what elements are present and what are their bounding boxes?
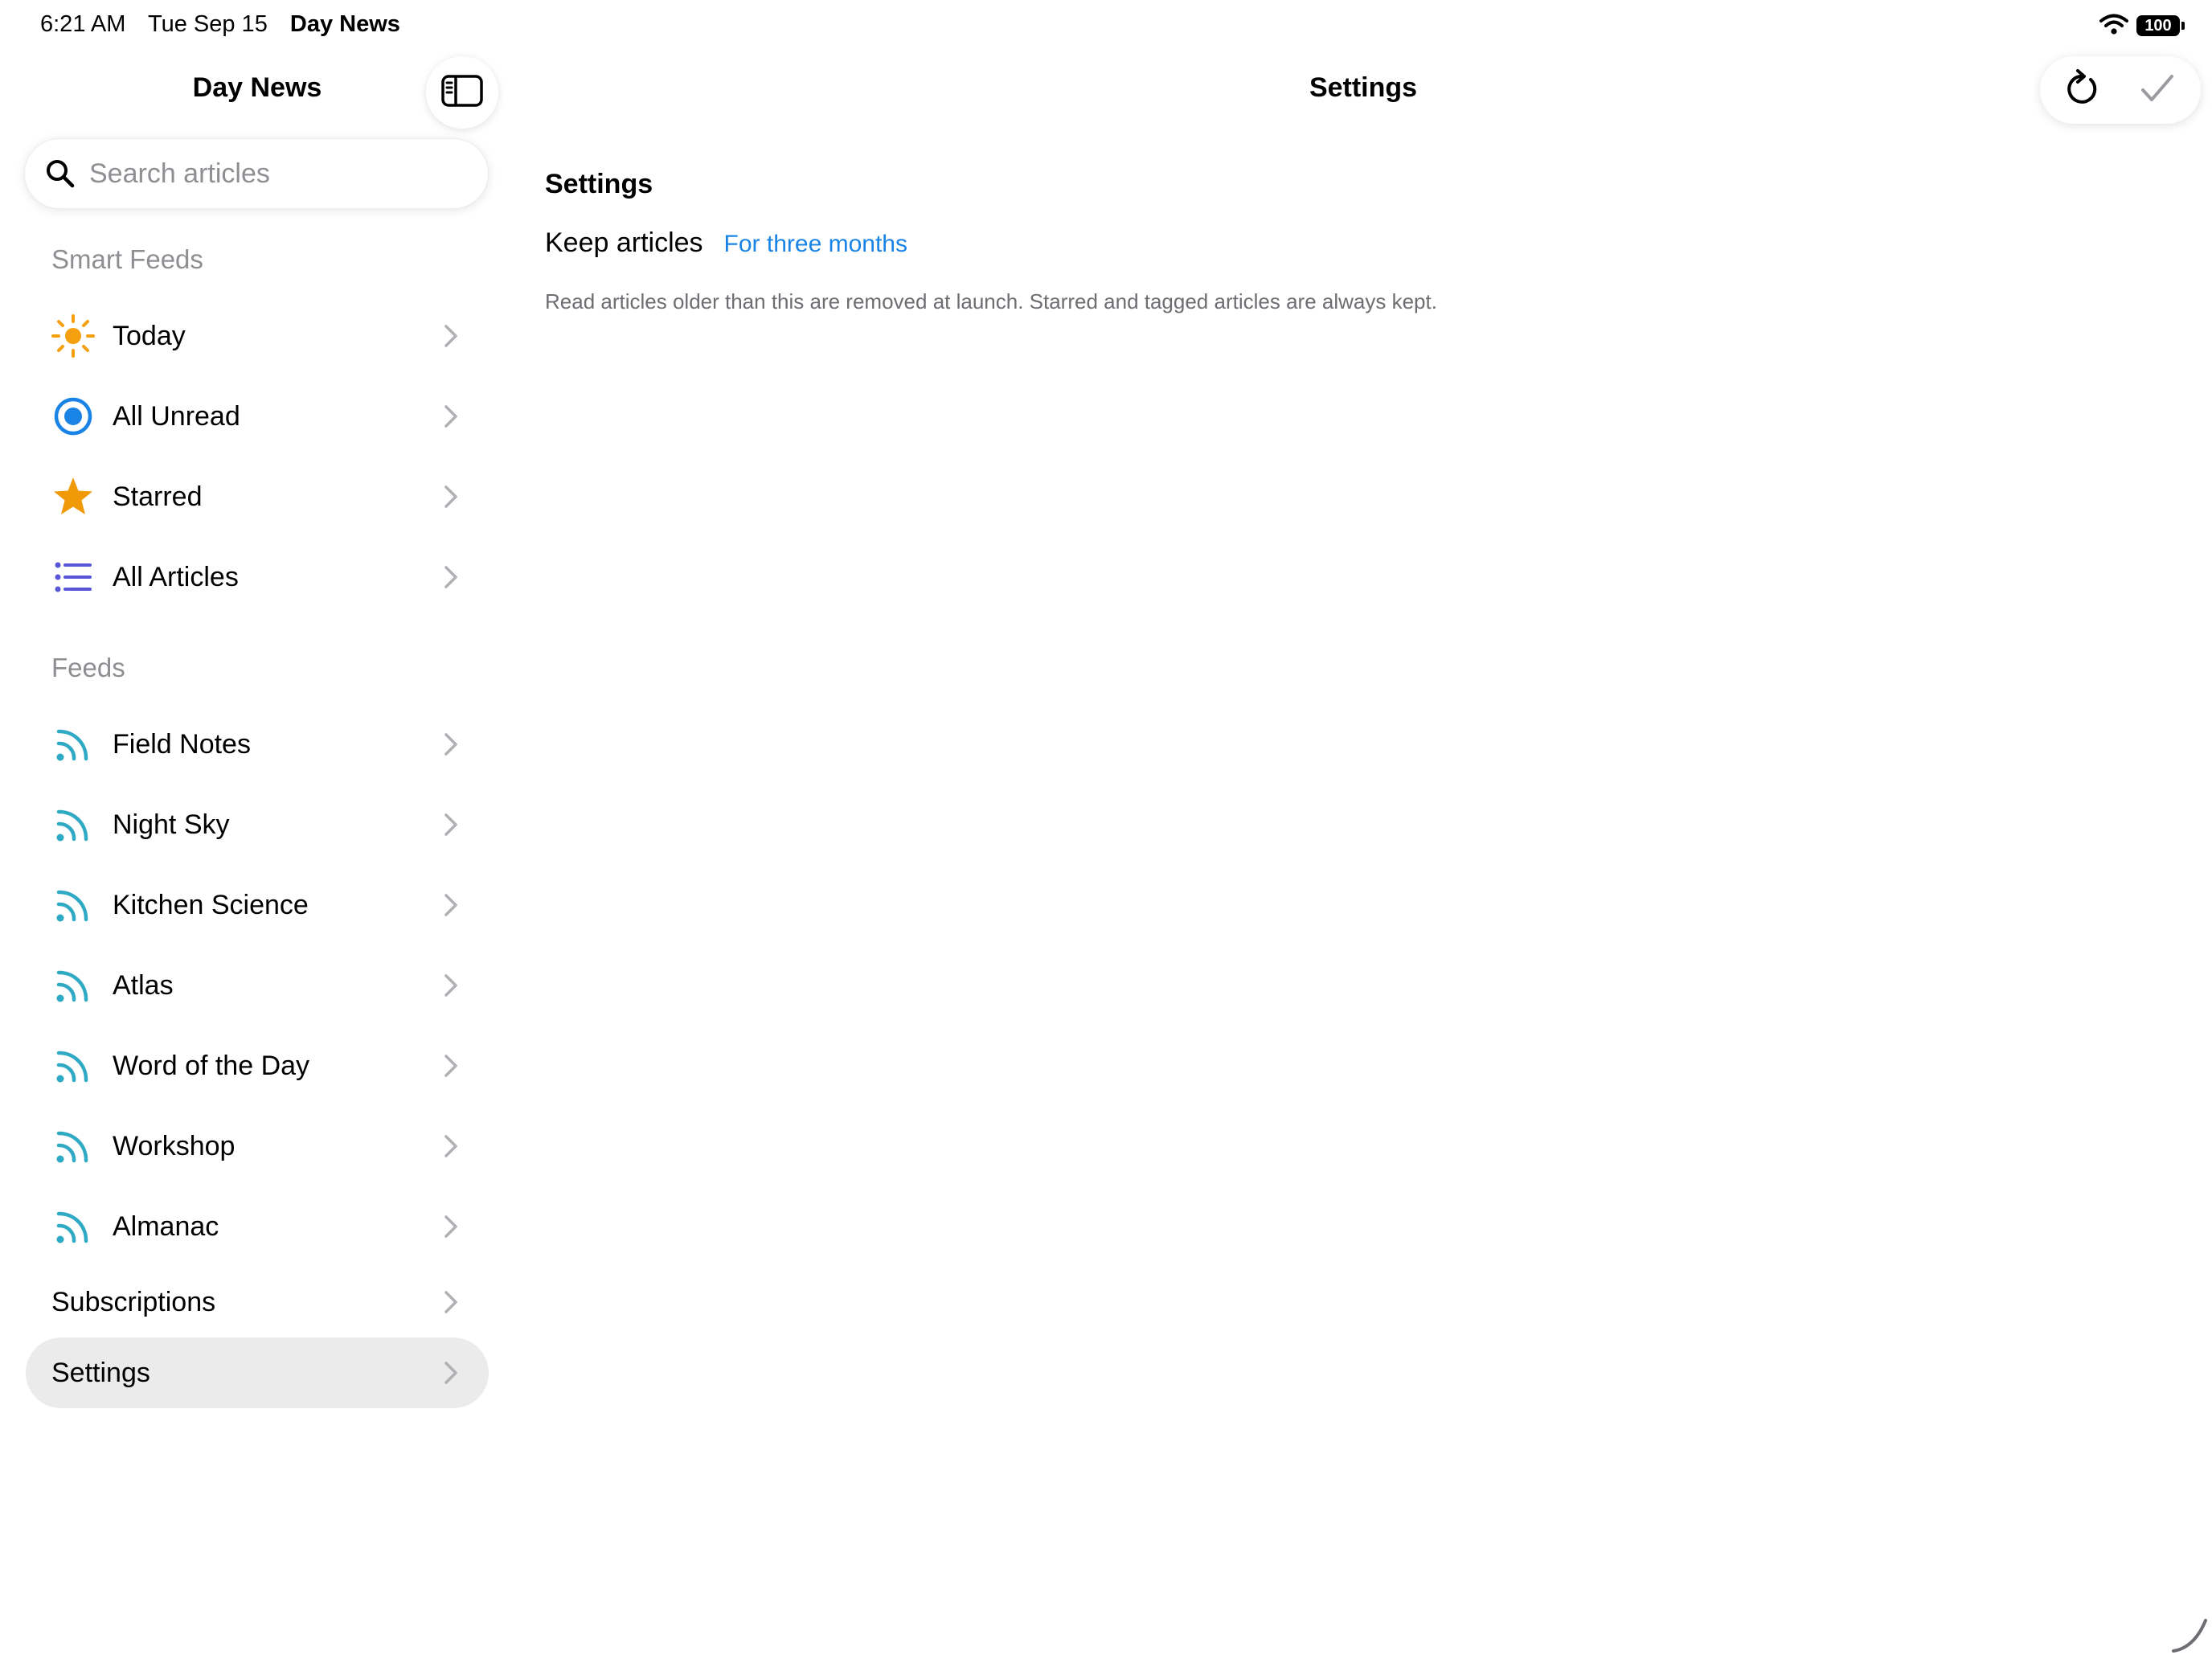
sidebar-item-all-articles[interactable]: All Articles bbox=[26, 542, 489, 612]
rss-icon bbox=[51, 883, 95, 927]
chevron-right-icon bbox=[442, 323, 460, 349]
refresh-icon bbox=[2065, 68, 2102, 113]
resize-corner-icon bbox=[2170, 1616, 2209, 1658]
sidebar-toggle-button[interactable] bbox=[426, 56, 498, 129]
sidebar-item-label: Word of the Day bbox=[113, 1050, 310, 1081]
sidebar-item-today[interactable]: Today bbox=[26, 301, 489, 371]
rss-icon bbox=[51, 1044, 95, 1088]
status-time: 6:21 AM bbox=[40, 11, 126, 37]
chevron-right-icon bbox=[442, 484, 460, 510]
sidebar-item-label: All Articles bbox=[113, 561, 239, 592]
unread-icon bbox=[51, 395, 95, 438]
chevron-right-icon bbox=[442, 973, 460, 998]
chevron-right-icon bbox=[442, 1289, 460, 1315]
sidebar-item-label: Almanac bbox=[113, 1210, 219, 1242]
rss-icon bbox=[51, 1205, 95, 1248]
keep-articles-footnote: Read articles older than this are remove… bbox=[545, 289, 1437, 313]
rss-icon bbox=[51, 964, 95, 1007]
sidebar-item-atlas[interactable]: Atlas bbox=[26, 950, 489, 1021]
search-input[interactable] bbox=[88, 157, 469, 190]
star-icon bbox=[51, 475, 95, 518]
rss-icon bbox=[51, 1124, 95, 1168]
done-button[interactable] bbox=[2133, 66, 2181, 114]
status-bar: 6:21 AM Tue Sep 15 Day News 100 bbox=[0, 0, 2212, 51]
status-right: 100 bbox=[2099, 13, 2185, 39]
chevron-right-icon bbox=[442, 1133, 460, 1159]
sun-icon bbox=[51, 314, 95, 358]
wifi-icon bbox=[2099, 13, 2128, 39]
search-field[interactable] bbox=[24, 138, 489, 209]
chevron-right-icon bbox=[442, 564, 460, 590]
chevron-right-icon bbox=[442, 403, 460, 429]
chevron-right-icon bbox=[442, 812, 460, 838]
sidebar-item-almanac[interactable]: Almanac bbox=[26, 1191, 489, 1262]
chevron-right-icon bbox=[442, 731, 460, 757]
rss-icon bbox=[51, 803, 95, 846]
page-title: Settings bbox=[1309, 72, 1418, 103]
sidebar-item-word-of-the-day[interactable]: Word of the Day bbox=[26, 1030, 489, 1101]
smart-feeds-header: Smart Feeds bbox=[51, 244, 203, 274]
sidebar-item-settings[interactable]: Settings bbox=[26, 1337, 489, 1408]
sidebar-item-label: Atlas bbox=[113, 969, 174, 1001]
checkmark-icon bbox=[2140, 72, 2175, 109]
settings-section-title: Settings bbox=[545, 169, 653, 199]
sidebar-item-label: Subscriptions bbox=[51, 1286, 216, 1317]
chevron-right-icon bbox=[442, 892, 460, 918]
feeds-header: Feeds bbox=[51, 653, 125, 682]
sidebar-item-workshop[interactable]: Workshop bbox=[26, 1111, 489, 1182]
sidebar-item-kitchen-science[interactable]: Kitchen Science bbox=[26, 870, 489, 940]
sidebar-item-label: Night Sky bbox=[113, 809, 230, 840]
sidebar-item-label: Starred bbox=[113, 481, 203, 512]
battery-icon: 100 bbox=[2136, 15, 2185, 36]
battery-level: 100 bbox=[2144, 16, 2172, 35]
status-app-name: Day News bbox=[289, 11, 400, 37]
chevron-right-icon bbox=[442, 1214, 460, 1239]
search-icon bbox=[46, 159, 75, 188]
sidebar-item-all-unread[interactable]: All Unread bbox=[26, 381, 489, 452]
list-icon bbox=[51, 555, 95, 599]
sidebar-item-label: All Unread bbox=[113, 400, 240, 432]
sidebar-item-starred[interactable]: Starred bbox=[26, 461, 489, 532]
status-left: 6:21 AM Tue Sep 15 Day News bbox=[40, 11, 416, 38]
sidebar: Day News Smart Feeds bbox=[0, 51, 514, 1659]
chevron-right-icon bbox=[442, 1053, 460, 1079]
screen: 6:21 AM Tue Sep 15 Day News 100 Day News bbox=[0, 0, 2212, 1659]
sidebar-item-label: Workshop bbox=[113, 1130, 236, 1161]
sidebar-item-label: Kitchen Science bbox=[113, 889, 309, 920]
keep-articles-picker[interactable]: For three months bbox=[724, 231, 907, 258]
rss-icon bbox=[51, 723, 95, 766]
sidebar-item-label: Today bbox=[113, 320, 186, 351]
sidebar-icon bbox=[441, 74, 483, 111]
sidebar-item-label: Settings bbox=[51, 1357, 150, 1388]
sidebar-item-field-notes[interactable]: Field Notes bbox=[26, 709, 489, 780]
sidebar-item-label: Field Notes bbox=[113, 728, 251, 760]
keep-articles-row: Keep articles For three months bbox=[545, 227, 907, 259]
toolbar bbox=[2040, 56, 2201, 124]
status-date: Tue Sep 15 bbox=[147, 11, 268, 37]
sidebar-item-subscriptions[interactable]: Subscriptions bbox=[26, 1267, 489, 1337]
refresh-button[interactable] bbox=[2059, 66, 2108, 114]
keep-articles-label: Keep articles bbox=[545, 227, 703, 258]
sidebar-item-night-sky[interactable]: Night Sky bbox=[26, 789, 489, 860]
chevron-right-icon bbox=[442, 1360, 460, 1386]
